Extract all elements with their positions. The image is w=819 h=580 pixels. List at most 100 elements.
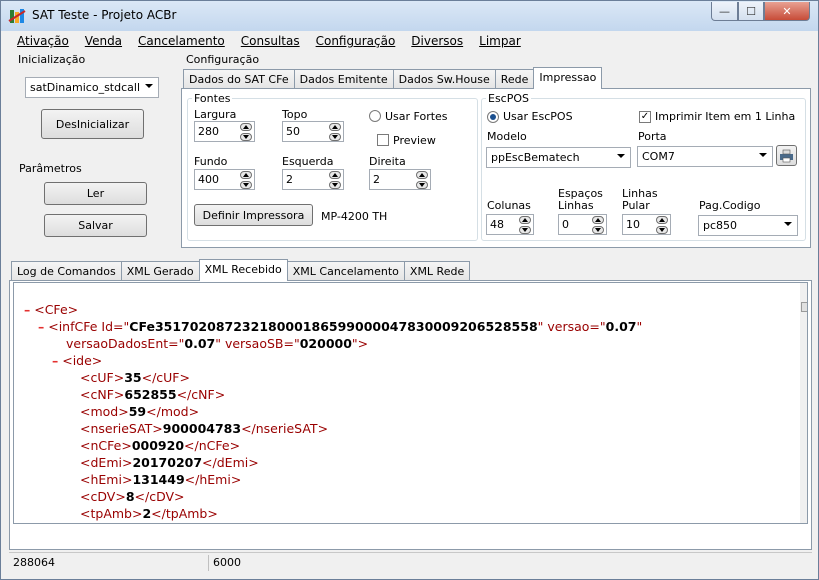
deinit-button[interactable]: DesInicializar (41, 109, 144, 139)
tab-log-comandos[interactable]: Log de Comandos (11, 261, 122, 281)
spin-down-icon[interactable] (240, 133, 252, 141)
printer-setup-button[interactable] (776, 145, 797, 166)
usar-fortes-radio[interactable] (369, 110, 381, 122)
xml-value: 35 (124, 370, 142, 385)
espacos-spin[interactable]: 0 (558, 214, 607, 235)
spin-down-icon[interactable] (329, 181, 341, 189)
close-button[interactable]: ✕ (764, 2, 810, 21)
xml-line-ide: – <ide> (52, 353, 102, 368)
app-window: SAT Teste - Projeto ACBr — ☐ ✕ Ativação … (0, 0, 819, 580)
porta-select[interactable]: COM7 (637, 146, 773, 167)
tab-xml-cancelamento[interactable]: XML Cancelamento (286, 261, 405, 281)
config-tabs: Dados do SAT CFe Dados Emitente Dados Sw… (183, 67, 603, 89)
xml-value: 0.07 (605, 319, 637, 334)
porta-label: Porta (638, 130, 667, 143)
spin-up-icon[interactable] (329, 123, 341, 131)
menu-limpar[interactable]: Limpar (471, 32, 529, 50)
spin-down-icon[interactable] (416, 181, 428, 189)
chevron-down-icon (784, 222, 792, 226)
preview-checkbox[interactable] (377, 134, 389, 146)
imprimir-item-checkbox[interactable]: ✓ (639, 111, 651, 123)
xml-row-mod: <mod>59</mod> (80, 404, 200, 419)
spin-up-icon[interactable] (519, 216, 531, 224)
linhas-spin[interactable]: 10 (622, 214, 671, 235)
colunas-spin[interactable]: 48 (486, 214, 534, 235)
fontes-label: Fontes (192, 92, 233, 105)
spin-up-icon[interactable] (240, 171, 252, 179)
tab-dados-sat[interactable]: Dados do SAT CFe (183, 69, 295, 89)
xml-tag: dEmi (216, 455, 249, 470)
collapse-icon[interactable]: – (38, 319, 44, 334)
xml-viewer[interactable]: – <CFe> – <infCFe Id="CFe351702087232180… (13, 282, 808, 524)
spin-down-icon[interactable] (519, 226, 531, 234)
spin-up-icon[interactable] (592, 216, 604, 224)
largura-spin[interactable]: 280 (194, 121, 255, 142)
vertical-scrollbar[interactable] (800, 283, 807, 523)
xml-tag: mod (90, 404, 119, 419)
spin-up-icon[interactable] (329, 171, 341, 179)
direita-spin[interactable]: 2 (369, 169, 431, 190)
definir-impressora-button[interactable]: Definir Impressora (194, 204, 313, 226)
xml-tag: hEmi (90, 472, 122, 487)
read-button[interactable]: Ler (44, 182, 147, 205)
xml-row-cnpj: <CNPJ>16716114000172</CNPJ> (80, 523, 307, 524)
chevron-down-icon (617, 154, 625, 158)
spin-up-icon[interactable] (656, 216, 668, 224)
espacos-value: 0 (562, 218, 569, 231)
xml-row-cuf: <cUF>35</cUF> (80, 370, 190, 385)
xml-value: 8 (125, 489, 135, 504)
topo-value: 50 (286, 125, 300, 138)
xml-tag: <infCFe (48, 319, 102, 334)
minimize-button[interactable]: — (711, 2, 738, 21)
fundo-spin[interactable]: 400 (194, 169, 255, 190)
xml-value: 20170207 (132, 455, 203, 470)
pagcodigo-select[interactable]: pc850 (698, 215, 798, 236)
xml-tabs: Log de Comandos XML Gerado XML Recebido … (11, 259, 471, 281)
save-button[interactable]: Salvar (44, 214, 147, 237)
scroll-thumb[interactable] (801, 302, 807, 312)
menu-cancelamento[interactable]: Cancelamento (130, 32, 233, 50)
collapse-icon[interactable]: – (24, 302, 30, 317)
config-label: Configuração (186, 53, 260, 66)
xml-line-versao: versaoDadosEnt="0.07" versaoSB="020000"> (66, 336, 368, 351)
esquerda-spin[interactable]: 2 (282, 169, 344, 190)
tab-rede[interactable]: Rede (494, 69, 535, 89)
tab-impressao[interactable]: Impressao (533, 67, 603, 89)
library-select[interactable]: satDinamico_stdcall (25, 77, 159, 98)
spin-down-icon[interactable] (329, 133, 341, 141)
menu-configuracao[interactable]: Configuração (308, 32, 404, 50)
spin-up-icon[interactable] (416, 171, 428, 179)
tab-dados-emitente[interactable]: Dados Emitente (293, 69, 394, 89)
menu-diversos[interactable]: Diversos (403, 32, 471, 50)
maximize-button[interactable]: ☐ (738, 2, 764, 21)
menu-venda[interactable]: Venda (77, 32, 130, 50)
tab-dados-swhouse[interactable]: Dados Sw.House (392, 69, 496, 89)
topo-label: Topo (282, 108, 308, 121)
modelo-select[interactable]: ppEscBematech (486, 147, 631, 168)
collapse-icon[interactable]: – (52, 353, 58, 368)
xml-tag: CNPJ (267, 523, 296, 524)
xml-tag: cUF (90, 370, 114, 385)
tab-xml-gerado[interactable]: XML Gerado (120, 261, 200, 281)
xml-tag: nserieSAT (90, 421, 153, 436)
xml-value: 020000 (299, 336, 352, 351)
usar-escpos-radio[interactable] (487, 111, 499, 123)
menu-consultas[interactable]: Consultas (233, 32, 308, 50)
spin-down-icon[interactable] (240, 181, 252, 189)
spin-down-icon[interactable] (656, 226, 668, 234)
xml-attr: versaoDadosEnt=" (66, 336, 185, 351)
tab-xml-recebido[interactable]: XML Recebido (198, 259, 288, 281)
tab-xml-rede[interactable]: XML Rede (403, 261, 471, 281)
menu-ativacao[interactable]: Ativação (9, 32, 77, 50)
spin-up-icon[interactable] (240, 123, 252, 131)
topo-spin[interactable]: 50 (282, 121, 344, 142)
preview-label: Preview (393, 134, 436, 147)
xml-attr: " (636, 319, 643, 334)
title-bar[interactable]: SAT Teste - Projeto ACBr — ☐ ✕ (1, 1, 818, 31)
spin-down-icon[interactable] (592, 226, 604, 234)
direita-value: 2 (373, 173, 380, 186)
xml-value: 0.07 (184, 336, 216, 351)
fundo-label: Fundo (194, 155, 228, 168)
xml-tag: <CFe> (34, 302, 79, 317)
xml-value: 2 (142, 506, 152, 521)
